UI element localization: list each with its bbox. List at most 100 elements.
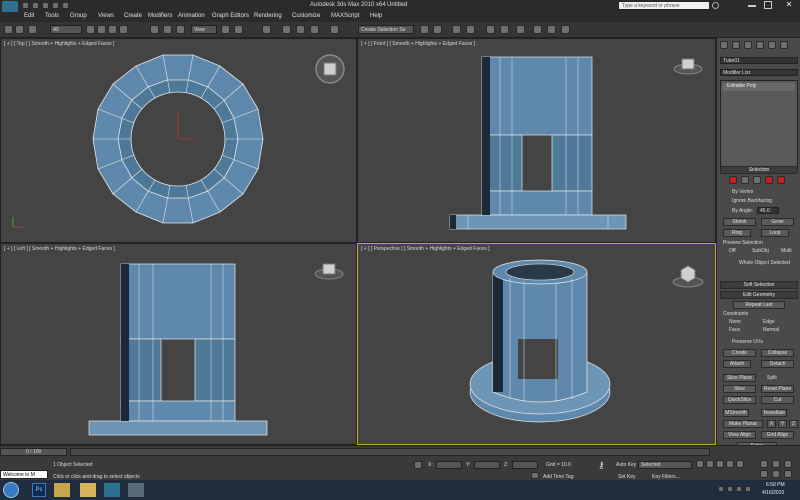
polygon-mode-icon[interactable]	[765, 176, 773, 184]
mirror-icon[interactable]	[420, 25, 429, 34]
quickslice-button[interactable]: QuickSlice	[723, 396, 756, 404]
z-coordinate-field[interactable]	[512, 461, 538, 469]
pan-icon[interactable]	[772, 460, 780, 468]
menu-rendering[interactable]: Rendering	[254, 13, 282, 19]
tray-icon-3[interactable]	[736, 486, 742, 492]
by-vertex-checkbox[interactable]: By Vertex	[732, 189, 753, 195]
hierarchy-tab-icon[interactable]	[744, 41, 752, 49]
menu-tools[interactable]: Tools	[45, 13, 59, 19]
reference-coordinate-dropdown[interactable]: View	[191, 25, 217, 34]
constraint-normal-radio[interactable]: Normal	[763, 327, 779, 333]
3dsmax-taskbar-icon[interactable]	[104, 483, 120, 497]
ignore-backfacing-checkbox[interactable]: Ignore Backfacing	[732, 198, 772, 204]
graphite-ribbon-icon[interactable]	[466, 25, 475, 34]
maximize-viewport-icon[interactable]	[784, 470, 792, 478]
select-by-name-icon[interactable]	[97, 25, 106, 34]
constraint-face-radio[interactable]: Face	[729, 327, 740, 333]
create-tab-icon[interactable]	[720, 41, 728, 49]
grid-align-button[interactable]: Grid Align	[761, 431, 794, 439]
menu-create[interactable]: Create	[124, 13, 142, 19]
attach-button[interactable]: Attach	[723, 360, 751, 368]
selection-filter-dropdown[interactable]: All	[50, 25, 82, 34]
menu-views[interactable]: Views	[98, 13, 114, 19]
open-file-icon[interactable]	[32, 2, 39, 9]
vertex-mode-icon[interactable]	[729, 176, 737, 184]
render-setup-icon[interactable]	[533, 25, 542, 34]
x-coordinate-field[interactable]	[436, 461, 462, 469]
menu-maxscript[interactable]: MAXScript	[331, 13, 359, 19]
curve-editor-icon[interactable]	[486, 25, 495, 34]
grow-button[interactable]: Grow	[761, 218, 794, 226]
angle-spinner[interactable]: 45.0	[757, 207, 779, 214]
slice-plane-button[interactable]: Slice Plane	[723, 374, 756, 382]
motion-tab-icon[interactable]	[756, 41, 764, 49]
pivot-center-icon[interactable]	[221, 25, 230, 34]
preserve-uvs-checkbox[interactable]: Preserve UVs	[732, 339, 763, 345]
search-icon[interactable]	[712, 2, 719, 9]
slice-button[interactable]: Slice	[723, 385, 756, 393]
menu-graph-editors[interactable]: Graph Editors	[212, 13, 249, 19]
viewcube-top-icon[interactable]	[315, 54, 345, 84]
snap-toggle-icon[interactable]	[262, 25, 271, 34]
lock-selection-icon[interactable]	[414, 461, 422, 469]
planar-y-button[interactable]: Y	[778, 420, 787, 428]
tessellate-button[interactable]: Tessellate	[761, 409, 787, 417]
play-icon[interactable]	[716, 460, 724, 468]
selection-rollout-header[interactable]: Selection	[720, 166, 798, 174]
split-checkbox[interactable]: Split	[767, 375, 777, 381]
move-icon[interactable]	[150, 25, 159, 34]
layer-manager-icon[interactable]	[452, 25, 461, 34]
constraint-none-radio[interactable]: None	[729, 319, 741, 325]
y-coordinate-field[interactable]	[474, 461, 500, 469]
redo-icon[interactable]	[62, 2, 69, 9]
angle-snap-icon[interactable]	[282, 25, 291, 34]
edit-named-selection-icon[interactable]	[330, 25, 339, 34]
modify-tab-icon[interactable]	[732, 41, 740, 49]
modifier-list-dropdown[interactable]: Modifier List	[720, 69, 798, 76]
element-mode-icon[interactable]	[777, 176, 785, 184]
key-mode-dropdown[interactable]: Selected	[638, 461, 692, 469]
select-object-icon[interactable]	[86, 25, 95, 34]
preview-off-radio[interactable]: Off	[729, 248, 736, 254]
close-icon[interactable]: ✕	[782, 0, 796, 10]
link-icon[interactable]	[28, 25, 37, 34]
viewcube-left-icon[interactable]	[314, 263, 344, 280]
preview-multi-radio[interactable]: Multi	[781, 248, 792, 254]
go-to-start-icon[interactable]	[696, 460, 704, 468]
rendered-frame-icon[interactable]	[547, 25, 556, 34]
material-editor-icon[interactable]	[516, 25, 525, 34]
menu-modifiers[interactable]: Modifiers	[148, 13, 172, 19]
maxscript-listener[interactable]: Welcome to M	[0, 470, 48, 479]
object-name-field[interactable]: Tube01	[720, 57, 798, 64]
edit-geometry-header[interactable]: Edit Geometry	[720, 291, 798, 299]
folder-taskbar-icon[interactable]	[80, 483, 96, 497]
select-manipulate-icon[interactable]	[234, 25, 243, 34]
spinner-snap-icon[interactable]	[310, 25, 319, 34]
render-production-icon[interactable]	[561, 25, 570, 34]
clock-time[interactable]: 6:58 PM	[766, 482, 785, 488]
timeline-track[interactable]	[70, 448, 710, 456]
save-file-icon[interactable]	[42, 2, 49, 9]
menu-group[interactable]: Group	[70, 13, 87, 19]
msmooth-button[interactable]: MSmooth	[723, 409, 749, 417]
start-button-icon[interactable]	[3, 482, 19, 498]
schematic-view-icon[interactable]	[500, 25, 509, 34]
make-planar-button[interactable]: Make Planar	[723, 420, 763, 428]
search-input[interactable]: Type a keyword or phrase	[618, 1, 710, 10]
undo-icon[interactable]	[4, 25, 13, 34]
edge-mode-icon[interactable]	[741, 176, 749, 184]
menu-customize[interactable]: Customize	[292, 13, 320, 19]
viewcube-perspective-icon[interactable]	[672, 265, 704, 288]
percent-snap-icon[interactable]	[296, 25, 305, 34]
auto-key-button[interactable]: Auto Key	[616, 462, 636, 468]
repeat-last-button[interactable]: Repeat Last	[733, 301, 785, 309]
border-mode-icon[interactable]	[753, 176, 761, 184]
detach-button[interactable]: Detach	[761, 360, 794, 368]
new-file-icon[interactable]	[22, 2, 29, 9]
time-slider[interactable]: 0 / 100	[0, 448, 67, 456]
utilities-tab-icon[interactable]	[780, 41, 788, 49]
viewport-front[interactable]: [ + ] [ Front ] [ Smooth + Highlights + …	[357, 38, 716, 243]
align-icon[interactable]	[433, 25, 442, 34]
tray-icon-1[interactable]	[718, 486, 724, 492]
planar-z-button[interactable]: Z	[789, 420, 798, 428]
